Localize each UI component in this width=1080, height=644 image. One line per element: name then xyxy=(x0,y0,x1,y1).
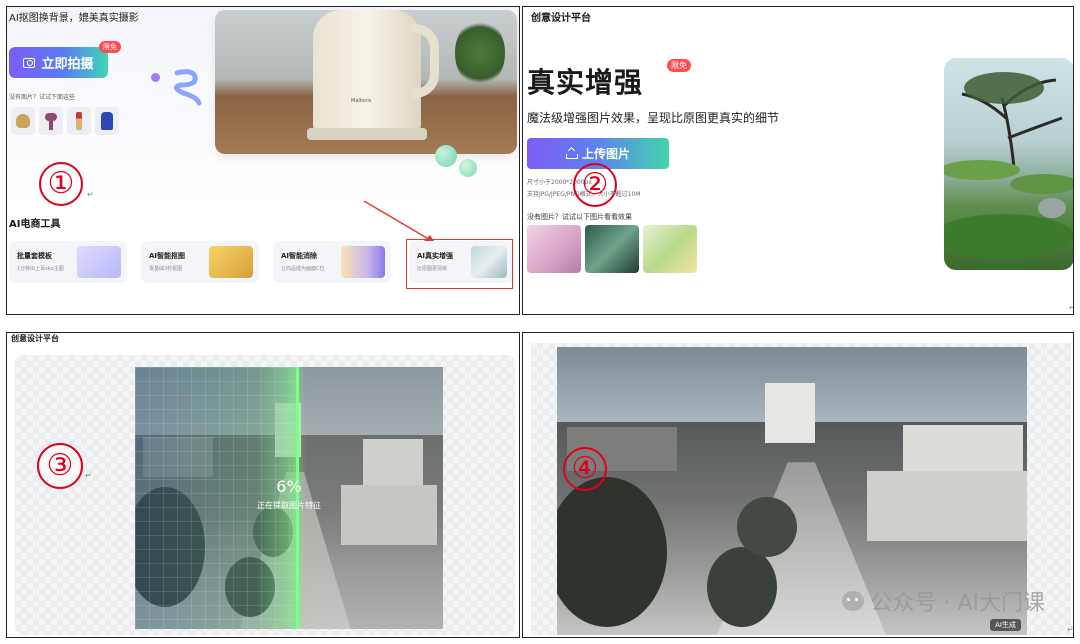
sample-hint: 没有图片？试试下面这些 xyxy=(9,94,76,101)
progress-label: 正在提取图片特征 xyxy=(257,501,321,510)
step-number-2: ② xyxy=(573,163,617,207)
tool-card-smart-erase[interactable]: AI智能消除 让商品成为画面C位 xyxy=(273,241,391,283)
decor-dot xyxy=(151,73,160,82)
camera-icon xyxy=(23,57,36,68)
decor-bubble xyxy=(435,145,457,167)
step-number-3: ③ xyxy=(37,443,83,489)
tool-name: AI智能消除 xyxy=(281,252,318,260)
platform-title: 创意设计平台 xyxy=(11,334,59,343)
free-badge: 限免 xyxy=(667,59,691,72)
section-title: AI电商工具 xyxy=(9,219,61,230)
sample-image-bottle[interactable] xyxy=(585,225,639,273)
panel-ai-ecommerce-home: AI抠图换背景，媲美真实摄影 立即拍摄 限免 没有图片？试试下面这些 Mallo… xyxy=(6,6,520,315)
decor-bubble xyxy=(459,159,477,177)
plant-decor xyxy=(455,18,505,88)
sample-thumb-hairdryer[interactable] xyxy=(39,107,63,135)
sample-thumb-chair[interactable] xyxy=(95,107,119,135)
kettle-brand: Mallonis xyxy=(351,98,372,104)
tree-icon xyxy=(944,72,1073,258)
sample-thumb-lipstick[interactable] xyxy=(67,107,91,135)
highlight-box xyxy=(406,239,513,289)
step-number-1: ① xyxy=(39,162,83,206)
sample-thumb-helmet[interactable] xyxy=(11,107,35,135)
upload-icon xyxy=(565,149,578,159)
return-mark: ↵ xyxy=(1069,303,1073,312)
return-mark: ↵ xyxy=(1067,625,1074,634)
watermark-text: 公众号 · AI大门课 xyxy=(870,591,1045,616)
workspace-canvas: 6% 正在提取图片特征 xyxy=(15,355,515,635)
sample-image-perfume[interactable] xyxy=(527,225,581,273)
template-icon xyxy=(77,246,121,278)
platform-title: 创意设计平台 xyxy=(531,13,591,24)
ai-generated-tag: AI生成 xyxy=(990,619,1021,631)
tool-name: 批量套模板 xyxy=(17,252,52,260)
street-photo: 6% 正在提取图片特征 xyxy=(135,367,443,629)
kettle-body xyxy=(313,10,421,138)
step-number-4: ④ xyxy=(563,447,607,491)
tool-card-smart-cutout[interactable]: AI智能抠图 零基础3秒抠图 xyxy=(141,241,259,283)
watermark: 公众号 · AI大门课 xyxy=(842,585,1045,617)
tool-name: AI智能抠图 xyxy=(149,252,186,260)
page-subtitle: 魔法级增强图片效果，呈现比原图更真实的细节 xyxy=(527,111,780,125)
panel-processing: 创意设计平台 6% 正在提取图片特征 ③ ↵ xyxy=(6,332,520,638)
sample-hint: 没有图片？试试以下图片看看效果 xyxy=(527,213,632,221)
kettle-handle xyxy=(411,24,439,98)
hero-product-image: Mallonis xyxy=(215,10,517,154)
tool-desc: 1分钟出上百sku主图 xyxy=(17,266,64,272)
panel-result: ④ 公众号 · AI大门课 AI生成 ↵ xyxy=(522,332,1074,638)
decor-spring-icon xyxy=(174,69,202,106)
return-mark: ↵ xyxy=(85,471,92,480)
erase-icon xyxy=(341,246,385,278)
shoot-now-button[interactable]: 立即拍摄 xyxy=(9,47,108,78)
sample-image-cup[interactable] xyxy=(643,225,697,273)
cutout-icon xyxy=(209,246,253,278)
progress-indicator: 6% 正在提取图片特征 xyxy=(239,477,339,511)
progress-percent: 6% xyxy=(276,477,302,496)
shoot-now-label: 立即拍摄 xyxy=(41,57,94,72)
showcase-landscape-image xyxy=(944,58,1073,270)
return-mark: ↵ xyxy=(613,189,620,198)
page-title: 真实增强 xyxy=(527,66,644,99)
tool-desc: 让商品成为画面C位 xyxy=(281,266,325,272)
upload-label: 上传图片 xyxy=(581,147,630,161)
headline: AI抠图换背景，媲美真实摄影 xyxy=(9,13,139,24)
return-mark: ↵ xyxy=(87,190,94,199)
free-badge: 限免 xyxy=(99,41,121,53)
tool-desc: 零基础3秒抠图 xyxy=(149,266,183,272)
panel-real-enhance-page: 创意设计平台 真实增强 限免 魔法级增强图片效果，呈现比原图更真实的细节 上传图… xyxy=(522,6,1074,315)
kettle-base xyxy=(307,128,427,140)
tool-card-batch-template[interactable]: 批量套模板 1分钟出上百sku主图 xyxy=(9,241,127,283)
wechat-icon xyxy=(842,591,865,611)
